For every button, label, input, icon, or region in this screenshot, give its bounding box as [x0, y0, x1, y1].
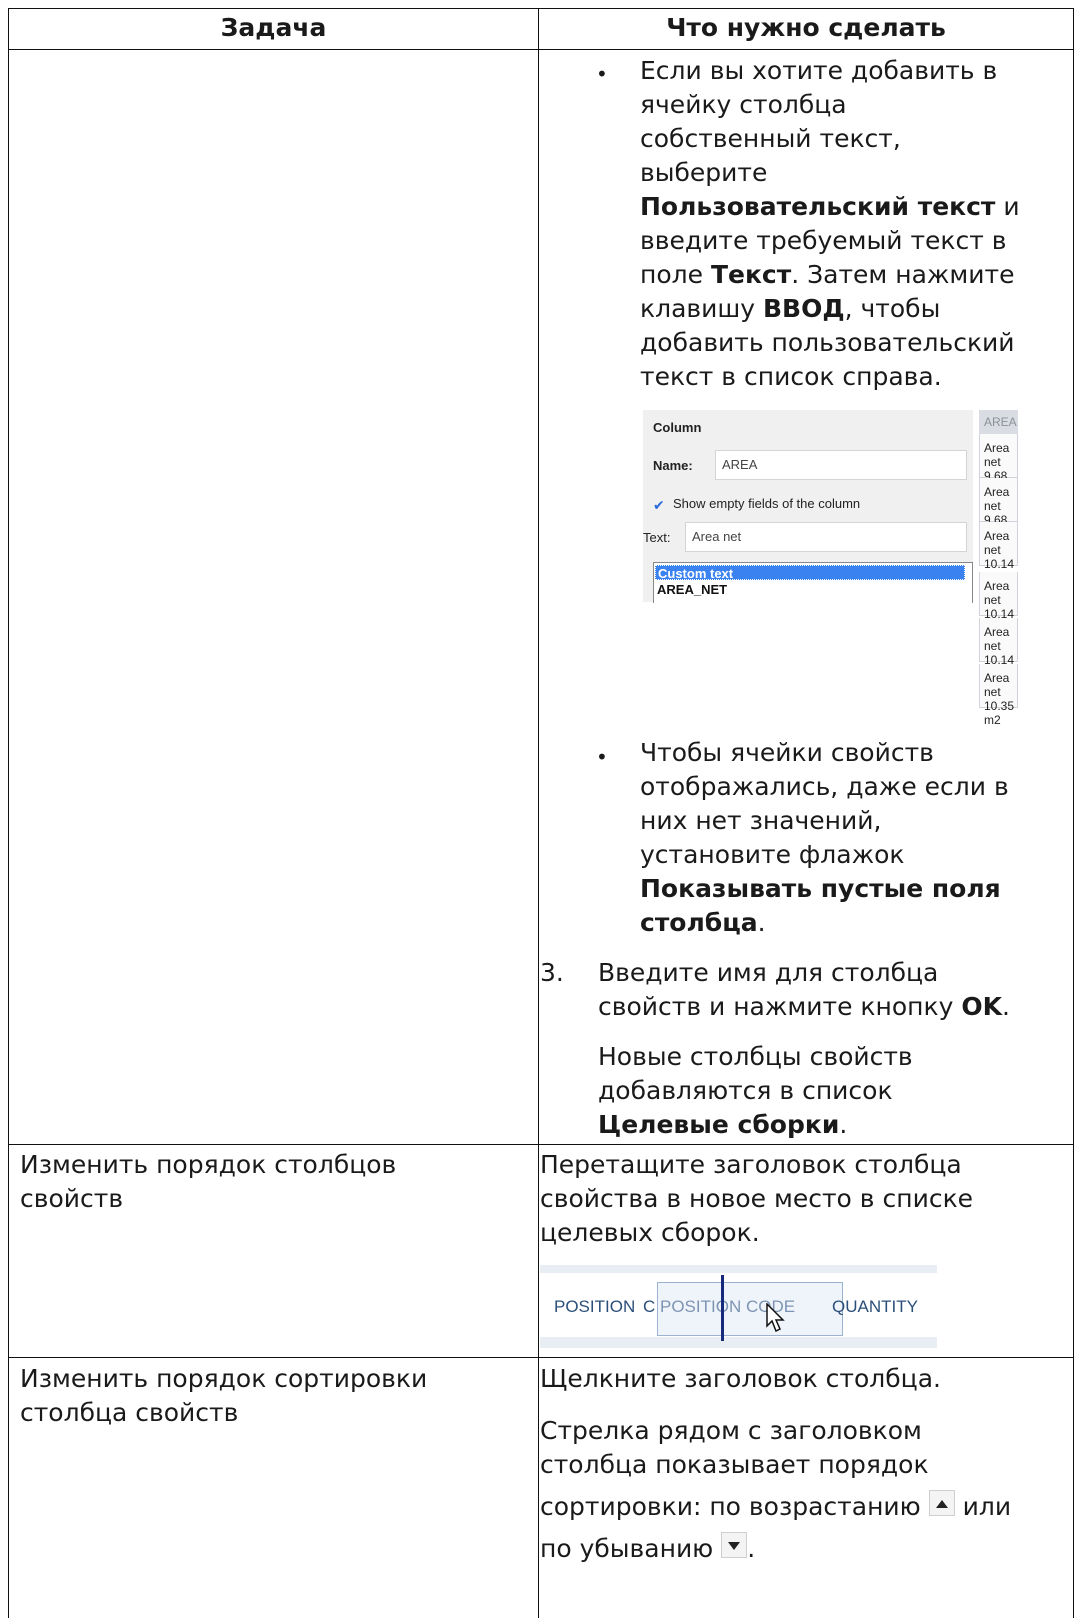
text-line: клавишу ВВОД, чтобы — [640, 292, 940, 326]
column-header-position[interactable]: POSITION — [554, 1297, 635, 1317]
text-line: сортировки: по возрастанию или — [540, 1490, 1011, 1524]
task-text: столбца свойств — [20, 1398, 239, 1427]
bold-term: Пользовательский текст — [640, 192, 996, 221]
text-line: Показывать пустые поля — [640, 874, 1001, 903]
column-heading: Column — [653, 420, 702, 435]
header-divider — [9, 49, 1073, 50]
bold-term: столбца — [640, 908, 758, 937]
text-line: Введите имя для столбца — [598, 958, 939, 987]
text-line: Если вы хотите добавить в — [640, 56, 998, 85]
text-fragment: клавишу — [640, 294, 763, 323]
text-fragment: . — [747, 1534, 756, 1563]
list-item[interactable]: AREA_NET — [657, 582, 727, 597]
checkmark-icon[interactable]: ✔ — [653, 499, 667, 513]
text-line: свойства в новое место в списке — [540, 1184, 974, 1213]
step-number: 3. — [540, 958, 564, 987]
column-divider — [538, 9, 539, 1618]
text-line: по убыванию . — [540, 1532, 755, 1566]
text-line: Пользовательский текст и — [640, 190, 1020, 224]
area-cell-line: Area net — [984, 671, 1010, 699]
area-column-header: AREA — [979, 410, 1018, 434]
text-fragment: и — [995, 192, 1020, 221]
text-fragment: по убыванию — [540, 1534, 722, 1563]
area-cell-line: Area net — [984, 441, 1010, 469]
bold-term: OK — [961, 992, 1002, 1021]
list-item-selected[interactable]: Custom text — [655, 565, 965, 581]
text-line: добавить пользовательский — [640, 328, 1015, 357]
column-header-quantity[interactable]: QUANTITY — [832, 1297, 918, 1317]
name-label: Name: — [653, 458, 693, 473]
area-cell-line: Area net — [984, 625, 1010, 653]
task-text: свойств — [20, 1184, 124, 1213]
text-label: Text: — [643, 530, 671, 545]
area-cell-line: Area net — [984, 529, 1010, 557]
bullet-icon: • — [596, 745, 608, 769]
area-cell-line: Area net — [984, 579, 1010, 607]
text-line: свойств и нажмите кнопку OK. — [598, 990, 1010, 1024]
text-fragment: . — [839, 1110, 848, 1139]
area-cell: Area net10.14 m2 — [979, 618, 1018, 681]
text-fragment: , чтобы — [844, 294, 941, 323]
text-line: целевых сборок. — [540, 1218, 760, 1247]
text-line: столбца показывает порядок — [540, 1450, 929, 1479]
area-cell: Area net9.68 m2 — [979, 434, 1018, 497]
drop-position-marker — [721, 1275, 724, 1341]
name-field[interactable]: AREA — [715, 450, 967, 480]
bold-term: Целевые сборки — [598, 1110, 840, 1139]
task-text: Изменить порядок сортировки — [20, 1364, 428, 1393]
row-divider — [9, 1144, 1073, 1145]
drag-column-screenshot: POSITION C POSITION CODE QUANTITY — [540, 1265, 937, 1348]
text-line: текст в список справа. — [640, 362, 942, 391]
text-line: поле Текст. Затем нажмите — [640, 258, 1014, 292]
text-field[interactable]: Area net — [685, 522, 967, 552]
text-line: установите флажок — [640, 840, 905, 869]
text-line: Чтобы ячейки свойств — [640, 738, 934, 767]
text-fragment: или — [954, 1492, 1012, 1521]
text-line: Целевые сборки. — [598, 1108, 847, 1142]
sort-ascending-icon — [928, 1490, 955, 1516]
column-panel: Column Name: AREA ✔ Show empty fields of… — [643, 410, 973, 603]
checkbox-label: Show empty fields of the column — [673, 496, 861, 511]
sort-descending-icon — [721, 1532, 748, 1558]
text-line: Перетащите заголовок столбца — [540, 1150, 962, 1179]
text-fragment: поле — [640, 260, 711, 289]
area-column-preview: AREA Area net9.68 m2 Area net9.68 m2 Are… — [979, 410, 1018, 727]
header-band — [540, 1337, 937, 1348]
text-line: столбца. — [640, 906, 766, 940]
text-line: выберите — [640, 158, 768, 187]
text-fragment: . — [1001, 992, 1010, 1021]
text-fragment: . Затем нажмите — [791, 260, 1015, 289]
text-fragment: . — [757, 908, 766, 937]
header-task: Задача — [220, 13, 327, 42]
area-cell: Area net 10.35 m2 — [979, 664, 1018, 727]
task-text: Изменить порядок столбцов — [20, 1150, 397, 1179]
column-settings-screenshot: Column Name: AREA ✔ Show empty fields of… — [643, 410, 1018, 727]
text-line: отображались, даже если в — [640, 772, 1009, 801]
text-fragment: свойств и нажмите кнопку — [598, 992, 962, 1021]
bold-term: Текст — [710, 260, 792, 289]
area-cell: Area net10.14 m2 — [979, 572, 1018, 635]
text-line: Щелкните заголовок столбца. — [540, 1364, 941, 1393]
text-line: введите требуемый текст в — [640, 226, 1007, 255]
text-line: них нет значений, — [640, 806, 882, 835]
source-listbox: Custom text AREA_NET — [653, 562, 973, 603]
area-cell-line: Area net — [984, 485, 1010, 513]
bullet-icon: • — [596, 62, 608, 86]
area-cell: Area net10.14 m2 — [979, 522, 1018, 585]
text-line: Стрелка рядом с заголовком — [540, 1416, 922, 1445]
area-cell: Area net9.68 m2 — [979, 478, 1018, 541]
row-divider — [9, 1357, 1073, 1358]
text-line: собственный текст, — [640, 124, 901, 153]
bold-term: ВВОД — [763, 294, 845, 323]
column-header-c[interactable]: C — [643, 1297, 655, 1317]
text-line: Новые столбцы свойств — [598, 1042, 913, 1071]
header-band — [540, 1265, 937, 1273]
text-fragment: сортировки: по возрастанию — [540, 1492, 929, 1521]
text-line: ячейку столбца — [640, 90, 847, 119]
text-line: добавляются в список — [598, 1076, 893, 1105]
header-action: Что нужно сделать — [666, 13, 946, 42]
mouse-cursor-icon — [766, 1303, 785, 1333]
